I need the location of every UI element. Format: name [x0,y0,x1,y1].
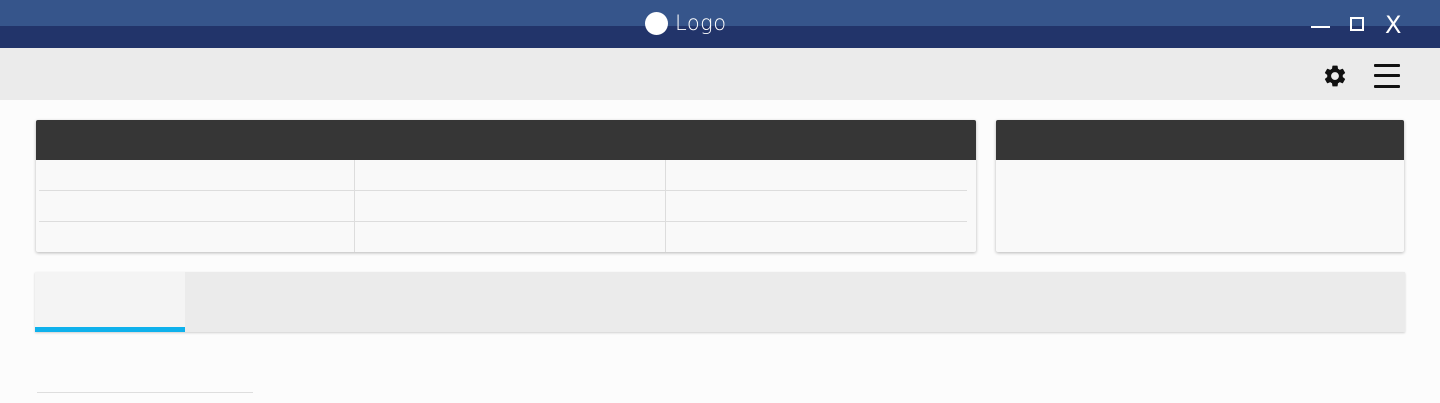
maximize-button[interactable] [1344,10,1372,38]
close-button[interactable]: X [1380,10,1408,39]
data-table-card [36,120,976,252]
table-cell [666,160,967,190]
data-table [39,160,967,252]
title-bar: Logo X [0,0,1440,48]
tab-selected[interactable] [35,272,185,332]
table-cell [666,222,967,252]
table-row [39,222,967,252]
table-row [39,191,967,222]
logo-circle-icon [645,11,668,35]
tab-active-indicator [35,327,185,332]
table-cell [39,191,355,221]
table-cell [666,191,967,221]
table-cell [39,222,355,252]
card-header [36,120,976,160]
table-row [39,160,967,191]
table-cell [39,160,355,190]
card-header [996,120,1404,160]
close-icon: X [1385,11,1402,39]
minimize-button[interactable] [1306,10,1334,38]
gear-icon [1324,65,1346,87]
settings-button[interactable] [1322,63,1348,89]
toolbar [0,48,1440,100]
logo: Logo [645,11,727,35]
logo-text: Logo [675,11,727,35]
table-cell [355,191,666,221]
tab-bar [35,272,1405,332]
divider [37,392,253,393]
table-cell [355,160,666,190]
menu-button[interactable] [1372,63,1402,89]
side-panel-card [996,120,1404,252]
table-cell [355,222,666,252]
